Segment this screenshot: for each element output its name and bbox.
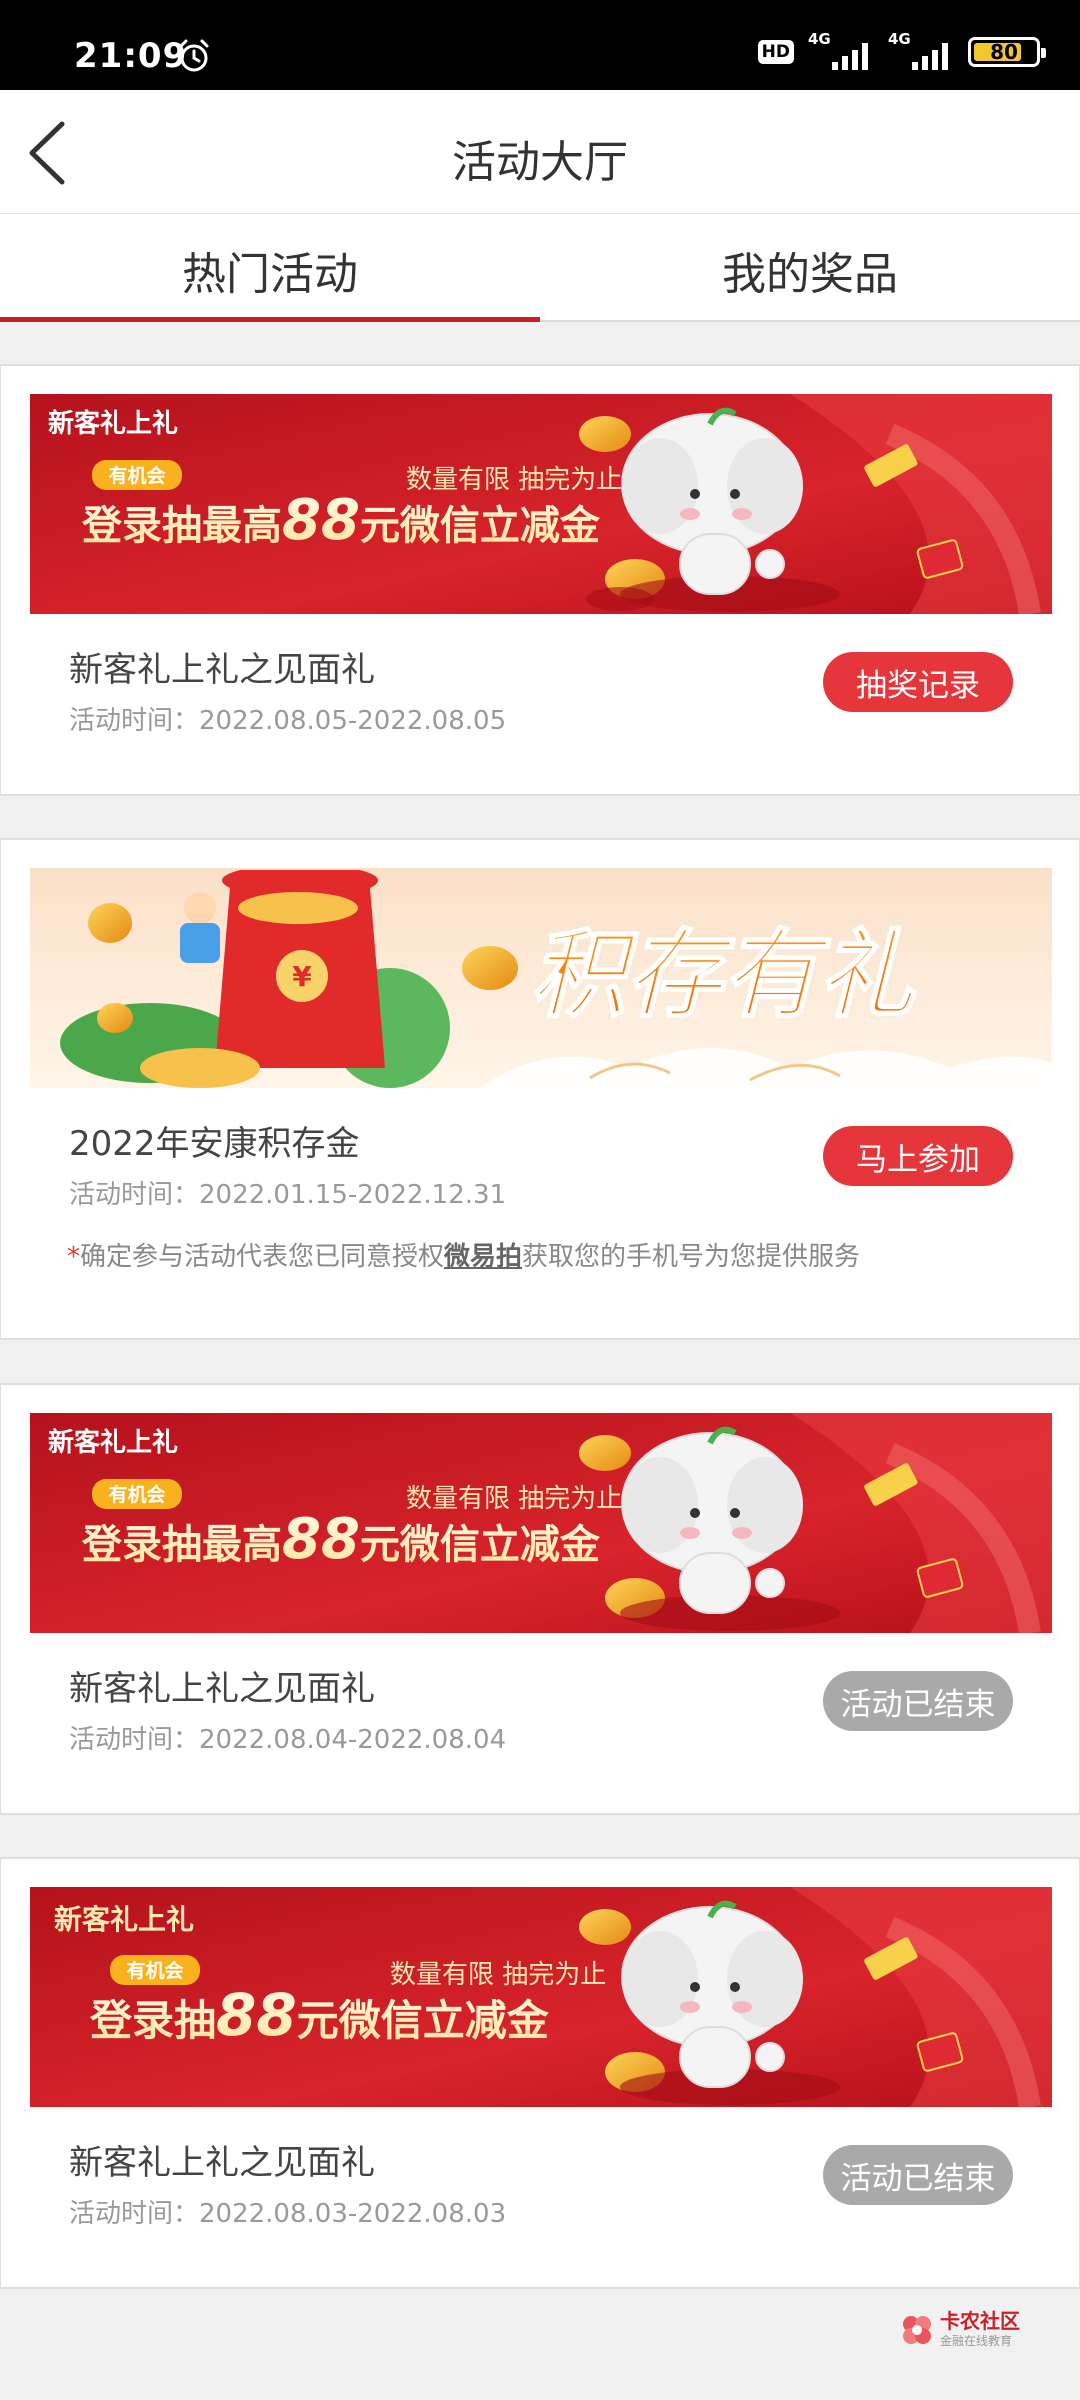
app-name-link[interactable]: 微易拍	[444, 1242, 522, 1272]
flower-logo-icon	[903, 2315, 931, 2344]
network-type-1: 4G	[808, 30, 831, 48]
activity-card[interactable]: ¥ 积存有礼 2022年安康积存金 活动时间：2022.01.15-2022.1…	[0, 838, 1080, 1340]
banner-brand: 新客礼上礼	[48, 1427, 178, 1458]
banner-headline-pre: 登录抽最高	[81, 1522, 282, 1568]
authorization-notice: *确定参与活动代表您已同意授权微易拍获取您的手机号为您提供服务	[67, 1236, 860, 1273]
banner-chance-badge: 有机会	[108, 1483, 165, 1506]
status-bar: 21:09 HD 4G 4G 80	[0, 0, 1080, 90]
activity-title: 新客礼上礼之见面礼	[69, 650, 375, 690]
banner-headline-post: 元微信立减金	[297, 1996, 550, 2045]
activity-banner[interactable]: ¥ 积存有礼	[30, 868, 1052, 1088]
banner-limit-text: 数量有限 抽完为止	[406, 465, 622, 495]
banner-brand: 新客礼上礼	[54, 1903, 194, 1936]
signal-icon-2: 4G	[888, 30, 954, 72]
activity-title: 2022年安康积存金	[69, 1124, 360, 1164]
notice-text-post: 获取您的手机号为您提供服务	[522, 1242, 861, 1272]
activity-banner[interactable]: 新客礼上礼 有机会 数量有限 抽完为止 登录抽88元微信立减金	[30, 1887, 1052, 2107]
tab-my-prizes[interactable]: 我的奖品	[540, 214, 1080, 320]
notice-text-pre: 确定参与活动代表您已同意授权	[80, 1242, 445, 1272]
activity-title: 新客礼上礼之见面礼	[69, 1669, 375, 1709]
watermark-sub: 金融在线教育	[940, 2334, 1013, 2348]
watermark: 卡农社区 金融在线教育	[900, 2310, 1020, 2349]
banner-headline-pre: 登录抽最高	[81, 503, 282, 549]
banner-headline-post: 元微信立减金	[360, 1522, 601, 1568]
tab-bar: 热门活动 我的奖品	[0, 214, 1080, 322]
activity-title: 新客礼上礼之见面礼	[69, 2143, 375, 2183]
network-type-2: 4G	[888, 30, 911, 48]
hd-badge: HD	[757, 40, 794, 64]
battery-icon: 80	[968, 37, 1046, 67]
alarm-icon	[179, 39, 209, 72]
activity-time: 活动时间：2022.01.15-2022.12.31	[69, 1180, 507, 1210]
activity-time: 活动时间：2022.08.04-2022.08.04	[69, 1725, 507, 1755]
activity-time: 活动时间：2022.08.03-2022.08.03	[69, 2199, 507, 2229]
activity-time: 活动时间：2022.08.05-2022.08.05	[69, 706, 507, 736]
banner-headline-post: 元微信立减金	[360, 503, 601, 549]
activity-card[interactable]: 新客礼上礼 有机会 数量有限 抽完为止 登录抽最高88元微信立减金 新客礼上礼之…	[0, 364, 1080, 796]
required-star: *	[67, 1242, 80, 1272]
banner-limit-text: 数量有限 抽完为止	[406, 1484, 622, 1514]
banner-chance-badge: 有机会	[126, 1959, 183, 1982]
banner-limit-text: 数量有限 抽完为止	[390, 1960, 606, 1990]
banner-headline-num: 88	[282, 488, 360, 553]
tab-hot-activities[interactable]: 热门活动	[0, 214, 540, 322]
battery-level: 80	[990, 40, 1018, 64]
banner-headline: 积存有礼	[530, 919, 916, 1031]
activity-card[interactable]: 新客礼上礼 有机会 数量有限 抽完为止 登录抽88元微信立减金 新客礼上礼之见面…	[0, 1857, 1080, 2289]
banner-chance-badge: 有机会	[108, 464, 165, 487]
lottery-record-button[interactable]: 抽奖记录	[823, 652, 1013, 712]
banner-headline-num: 88	[216, 1981, 297, 2049]
banner-headline-num: 88	[282, 1507, 360, 1572]
activity-banner[interactable]: 新客礼上礼 有机会 数量有限 抽完为止 登录抽最高88元微信立减金	[30, 394, 1052, 614]
banner-brand: 新客礼上礼	[48, 408, 178, 439]
watermark-text: 卡农社区	[940, 2309, 1020, 2333]
join-now-button[interactable]: 马上参加	[823, 1126, 1013, 1186]
signal-icon: 4G	[808, 30, 874, 72]
status-time: 21:09	[74, 36, 188, 76]
activity-banner[interactable]: 新客礼上礼 有机会 数量有限 抽完为止 登录抽最高88元微信立减金	[30, 1413, 1052, 1633]
activity-ended-button: 活动已结束	[823, 2145, 1013, 2205]
activity-ended-button: 活动已结束	[823, 1671, 1013, 1731]
coin-symbol: ¥	[292, 960, 312, 993]
activity-card[interactable]: 新客礼上礼 有机会 数量有限 抽完为止 登录抽最高88元微信立减金 新客礼上礼之…	[0, 1383, 1080, 1815]
banner-headline-pre: 登录抽	[89, 1996, 216, 2045]
app-header: 活动大厅	[0, 90, 1080, 214]
page-title: 活动大厅	[452, 137, 628, 188]
